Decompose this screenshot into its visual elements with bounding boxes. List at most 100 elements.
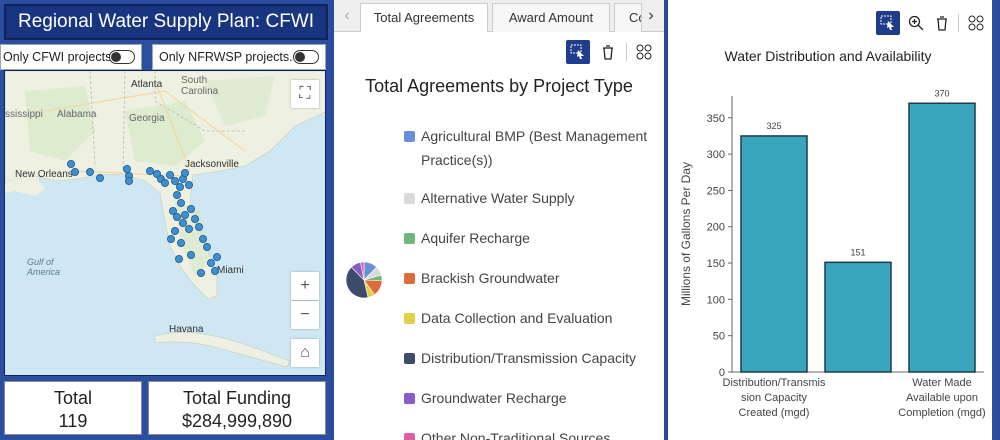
bar[interactable] bbox=[740, 135, 808, 373]
project-point[interactable] bbox=[71, 168, 80, 177]
bar[interactable] bbox=[908, 102, 976, 373]
total-count-value: 119 bbox=[58, 411, 88, 431]
legend-swatch bbox=[404, 193, 415, 204]
project-point[interactable] bbox=[145, 167, 154, 176]
project-point[interactable] bbox=[172, 191, 181, 200]
total-count-label: Total bbox=[53, 388, 93, 408]
project-point[interactable] bbox=[174, 254, 183, 263]
project-point[interactable] bbox=[210, 266, 219, 275]
project-point[interactable] bbox=[198, 234, 207, 243]
bar[interactable] bbox=[824, 261, 892, 373]
total-funding-value: $284,999,890 bbox=[181, 411, 293, 431]
x-tick-label: Available upon bbox=[906, 392, 978, 404]
tab-scroll-left-icon[interactable]: ‹ bbox=[336, 2, 358, 30]
map-view[interactable]: Atlanta South Carolina ssissippi Alabama… bbox=[4, 70, 326, 376]
legend-swatch bbox=[404, 393, 415, 404]
legend-label: Aquifer Recharge bbox=[421, 230, 530, 246]
legend-item[interactable]: Aquifer Recharge bbox=[404, 226, 664, 250]
project-point[interactable] bbox=[67, 160, 76, 169]
legend-item[interactable]: Other Non-Traditional Sources bbox=[404, 426, 664, 440]
project-point[interactable] bbox=[123, 165, 132, 174]
legend-item[interactable]: Distribution/Transmission Capacity bbox=[404, 346, 664, 370]
project-point[interactable] bbox=[184, 181, 193, 190]
legend-label: Alternative Water Supply bbox=[421, 190, 575, 206]
legend-item[interactable]: Agricultural BMP (Best Management Practi… bbox=[404, 124, 664, 172]
project-point[interactable] bbox=[96, 174, 105, 183]
project-point[interactable] bbox=[176, 198, 185, 207]
tab-total-agreements[interactable]: Total Agreements bbox=[360, 3, 488, 32]
legend-label: Groundwater Recharge bbox=[421, 390, 567, 406]
legend-item[interactable]: Data Collection and Evaluation bbox=[404, 306, 664, 330]
tab-scroll-right-icon[interactable]: › bbox=[640, 2, 662, 30]
project-point[interactable] bbox=[194, 222, 203, 231]
zoom-out-button[interactable]: − bbox=[291, 301, 319, 329]
pie-chart[interactable] bbox=[344, 260, 384, 300]
x-tick-label: sion Capacity bbox=[741, 392, 808, 404]
project-point[interactable] bbox=[186, 204, 195, 213]
tab-award-amount[interactable]: Award Amount bbox=[492, 3, 610, 32]
project-point[interactable] bbox=[196, 268, 205, 277]
project-point[interactable] bbox=[180, 210, 189, 219]
project-point[interactable] bbox=[172, 212, 181, 221]
tab-bar: ‹ Total Agreements Award Amount Co › bbox=[334, 0, 664, 32]
project-point[interactable] bbox=[170, 226, 179, 235]
project-point[interactable] bbox=[186, 250, 195, 259]
bar-data-label: 325 bbox=[766, 121, 781, 131]
project-point[interactable] bbox=[86, 168, 95, 177]
project-point[interactable] bbox=[176, 238, 185, 247]
legend-swatch bbox=[404, 273, 415, 284]
legend-item[interactable]: Alternative Water Supply bbox=[404, 186, 664, 210]
project-point[interactable] bbox=[202, 242, 211, 251]
legend-label: Other Non-Traditional Sources bbox=[421, 430, 611, 440]
cfwi-switch[interactable] bbox=[109, 50, 135, 64]
bar-chart[interactable]: 050100150200250300350Millions of Gallons… bbox=[668, 60, 990, 440]
right-panel: Water Distribution and Availability 0 50 1… bbox=[668, 0, 996, 440]
project-point[interactable] bbox=[166, 234, 175, 243]
fullscreen-button[interactable]: ⛶ bbox=[291, 80, 319, 108]
zoom-icon[interactable] bbox=[904, 11, 928, 35]
x-tick-label: Water Made bbox=[912, 377, 972, 389]
legend-swatch bbox=[404, 353, 415, 364]
page-title: Regional Water Supply Plan: CFWI bbox=[4, 4, 328, 40]
legend-label: Data Collection and Evaluation bbox=[421, 310, 613, 326]
x-tick-label: Created (mgd) bbox=[739, 407, 810, 419]
nfrwsp-toggle-label: Only NFRWSP projects. bbox=[159, 50, 293, 64]
x-tick-label: Completion (mgd) bbox=[898, 407, 985, 419]
project-point[interactable] bbox=[206, 258, 215, 267]
zoom-in-button[interactable]: + bbox=[291, 272, 319, 300]
project-point[interactable] bbox=[175, 183, 184, 192]
home-button[interactable]: ⌂ bbox=[291, 339, 319, 367]
delete-icon[interactable] bbox=[596, 40, 620, 64]
legend-item[interactable]: Groundwater Recharge bbox=[404, 386, 664, 410]
project-point[interactable] bbox=[180, 169, 189, 178]
toolbar-separator bbox=[626, 43, 627, 61]
project-point[interactable] bbox=[165, 171, 174, 180]
grid-icon[interactable] bbox=[632, 40, 656, 64]
total-funding-label: Total Funding bbox=[182, 388, 292, 408]
project-point[interactable] bbox=[178, 218, 187, 227]
y-tick-label: 100 bbox=[707, 294, 725, 306]
legend-item[interactable]: Brackish Groundwater bbox=[404, 266, 664, 290]
select-icon[interactable] bbox=[876, 11, 900, 35]
select-icon[interactable] bbox=[566, 40, 590, 64]
legend-label: Distribution/Transmission Capacity bbox=[421, 350, 636, 366]
project-point[interactable] bbox=[184, 224, 193, 233]
project-point[interactable] bbox=[125, 177, 134, 186]
cfwi-toggle[interactable]: Only CFWI projects. bbox=[0, 44, 142, 70]
total-funding-card: Total Funding $284,999,890 bbox=[148, 381, 326, 435]
y-tick-label: 200 bbox=[707, 222, 725, 234]
nfrwsp-switch[interactable] bbox=[293, 50, 319, 64]
delete-icon[interactable] bbox=[930, 11, 954, 35]
project-point[interactable] bbox=[170, 177, 179, 186]
project-points-layer[interactable] bbox=[5, 71, 326, 376]
project-point[interactable] bbox=[190, 214, 199, 223]
project-point[interactable] bbox=[212, 252, 221, 261]
tab-co[interactable]: Co bbox=[614, 3, 642, 32]
y-tick-label: 350 bbox=[707, 113, 725, 125]
nfrwsp-toggle[interactable]: Only NFRWSP projects. bbox=[152, 44, 326, 70]
legend-swatch bbox=[404, 131, 415, 142]
project-point[interactable] bbox=[160, 179, 169, 188]
middle-panel: ‹ Total Agreements Award Amount Co › Tot… bbox=[334, 0, 664, 440]
grid-icon[interactable] bbox=[964, 11, 988, 35]
legend-swatch bbox=[404, 313, 415, 324]
